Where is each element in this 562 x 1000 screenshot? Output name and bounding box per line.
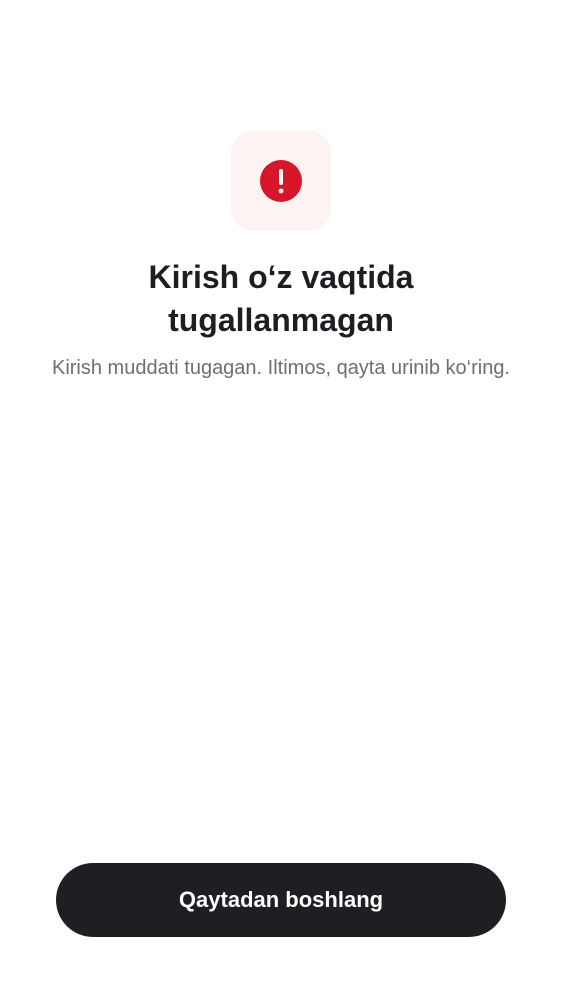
- page-subtitle: Kirish muddati tugagan. Iltimos, qayta u…: [51, 357, 510, 379]
- alert-circle-icon: [260, 160, 302, 202]
- alert-icon-container: [231, 131, 331, 231]
- page-title: Kirish o‘z vaqtida tugallanmagan: [148, 259, 414, 338]
- restart-button[interactable]: Qaytadan boshlang: [56, 863, 506, 937]
